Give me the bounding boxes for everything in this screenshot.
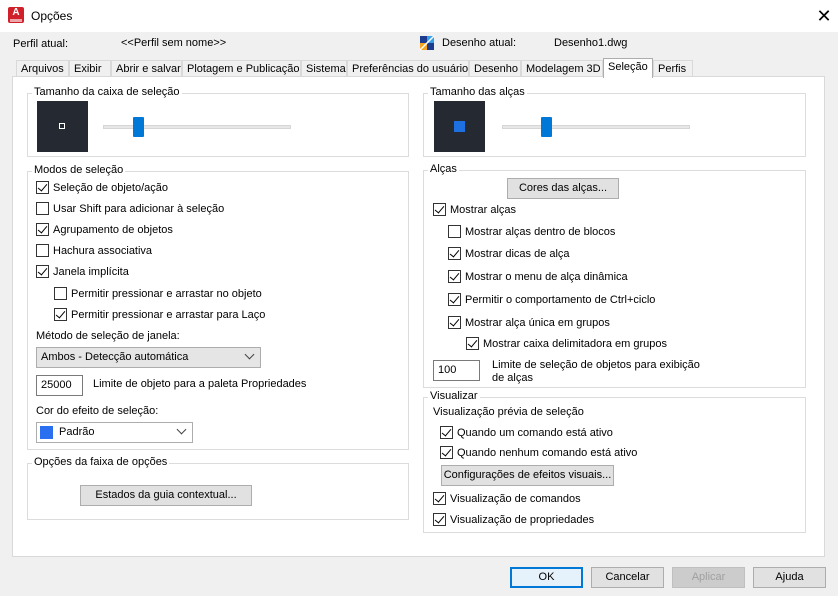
- checkbox-label: Visualização de comandos: [450, 493, 581, 505]
- contextual-tab-states-button[interactable]: Estados da guia contextual...: [80, 485, 252, 506]
- checkbox-label: Mostrar dicas de alça: [465, 248, 570, 260]
- title-bar: [0, 0, 838, 32]
- checkbox-box[interactable]: [433, 513, 446, 526]
- autocad-app-icon: A: [8, 7, 24, 23]
- checkbox-box[interactable]: [36, 202, 49, 215]
- tab-selecao[interactable]: Seleção: [603, 58, 653, 78]
- effect-color-select[interactable]: Padrão: [36, 422, 193, 443]
- checkbox-box[interactable]: [448, 293, 461, 306]
- grips-title: Alças: [428, 163, 459, 175]
- window-title: Opções: [31, 9, 73, 23]
- profile-label: Perfil atual:: [13, 38, 69, 50]
- color-swatch: [40, 426, 53, 439]
- pickbox-preview: [37, 101, 88, 152]
- grip-preview: [434, 101, 485, 152]
- selection-preview-subtitle: Visualização prévia de seleção: [433, 406, 584, 418]
- profile-value: <<Perfil sem nome>>: [121, 37, 227, 49]
- drawing-label: Desenho atual:: [442, 37, 516, 49]
- grip-colors-button[interactable]: Cores das alças...: [507, 178, 619, 199]
- chevron-down-icon: [176, 424, 187, 435]
- checkbox-label: Janela implícita: [53, 266, 129, 278]
- window-method-label: Método de seleção de janela:: [36, 330, 180, 342]
- checkbox-label: Seleção de objeto/ação: [53, 182, 168, 194]
- help-button[interactable]: Ajuda: [753, 567, 826, 588]
- checkbox-box[interactable]: [36, 244, 49, 257]
- checkbox-label: Agrupamento de objetos: [53, 224, 173, 236]
- preview-title: Visualizar: [428, 390, 480, 402]
- checkbox-label: Permitir o comportamento de Ctrl+ciclo: [465, 294, 656, 306]
- checkbox-box[interactable]: [433, 492, 446, 505]
- pickbox-slider-track[interactable]: [103, 125, 291, 129]
- checkbox-label: Mostrar o menu de alça dinâmica: [465, 271, 628, 283]
- checkbox-label: Usar Shift para adicionar à seleção: [53, 203, 225, 215]
- chevron-down-icon: [244, 349, 255, 360]
- checkbox-box[interactable]: [440, 446, 453, 459]
- grip-object-limit-input[interactable]: 100: [433, 360, 480, 381]
- checkbox-label: Mostrar caixa delimitadora em grupos: [483, 338, 668, 350]
- checkbox-box[interactable]: [448, 225, 461, 238]
- checkbox-box[interactable]: [440, 426, 453, 439]
- drawing-value: Desenho1.dwg: [554, 37, 628, 49]
- effect-color-value: Padrão: [59, 426, 95, 438]
- checkbox-box[interactable]: [448, 270, 461, 283]
- grip-limit-label-2: de alças: [492, 372, 533, 384]
- apply-button[interactable]: Aplicar: [672, 567, 745, 588]
- checkbox-box[interactable]: [466, 337, 479, 350]
- window-method-value: Ambos - Detecção automática: [41, 351, 189, 363]
- checkbox-box[interactable]: [54, 287, 67, 300]
- object-limit-input[interactable]: 25000: [36, 375, 83, 396]
- checkbox-box[interactable]: [54, 308, 67, 321]
- ribbon-options-title: Opções da faixa de opções: [32, 456, 170, 468]
- checkbox-label: Hachura associativa: [53, 245, 153, 257]
- checkbox-box[interactable]: [448, 316, 461, 329]
- checkbox-box[interactable]: [36, 223, 49, 236]
- selection-modes-title: Modos de seleção: [32, 164, 126, 176]
- window-method-select[interactable]: Ambos - Detecção automática: [36, 347, 261, 368]
- object-limit-label: Limite de objeto para a paleta Proprieda…: [93, 378, 307, 390]
- grip-limit-label-1: Limite de seleção de objetos para exibiç…: [492, 359, 700, 371]
- checkbox-label: Mostrar alças: [450, 204, 517, 216]
- checkbox-box[interactable]: [36, 181, 49, 194]
- checkbox-label: Permitir pressionar e arrastar no objeto: [71, 288, 262, 300]
- grip-slider-track[interactable]: [502, 125, 690, 129]
- drawing-icon: [419, 35, 435, 51]
- visual-effects-settings-button[interactable]: Configurações de efeitos visuais...: [441, 465, 614, 486]
- grip-slider-thumb[interactable]: [541, 117, 552, 137]
- ok-button[interactable]: OK: [510, 567, 583, 588]
- checkbox-label: Permitir pressionar e arrastar para Laço: [71, 309, 266, 321]
- pickbox-slider-thumb[interactable]: [133, 117, 144, 137]
- checkbox-label: Mostrar alças dentro de blocos: [465, 226, 616, 238]
- pickbox-size-title: Tamanho da caixa de seleção: [32, 86, 182, 98]
- effect-color-label: Cor do efeito de seleção:: [36, 405, 159, 417]
- checkbox-box[interactable]: [433, 203, 446, 216]
- checkbox-label: Quando nenhum comando está ativo: [457, 447, 638, 459]
- checkbox-label: Visualização de propriedades: [450, 514, 595, 526]
- checkbox-label: Quando um comando está ativo: [457, 427, 613, 439]
- checkbox-box[interactable]: [36, 265, 49, 278]
- checkbox-box[interactable]: [448, 247, 461, 260]
- checkbox-label: Mostrar alça única em grupos: [465, 317, 610, 329]
- cancel-button[interactable]: Cancelar: [591, 567, 664, 588]
- grip-size-title: Tamanho das alças: [428, 86, 527, 98]
- close-icon[interactable]: ✕: [813, 5, 835, 27]
